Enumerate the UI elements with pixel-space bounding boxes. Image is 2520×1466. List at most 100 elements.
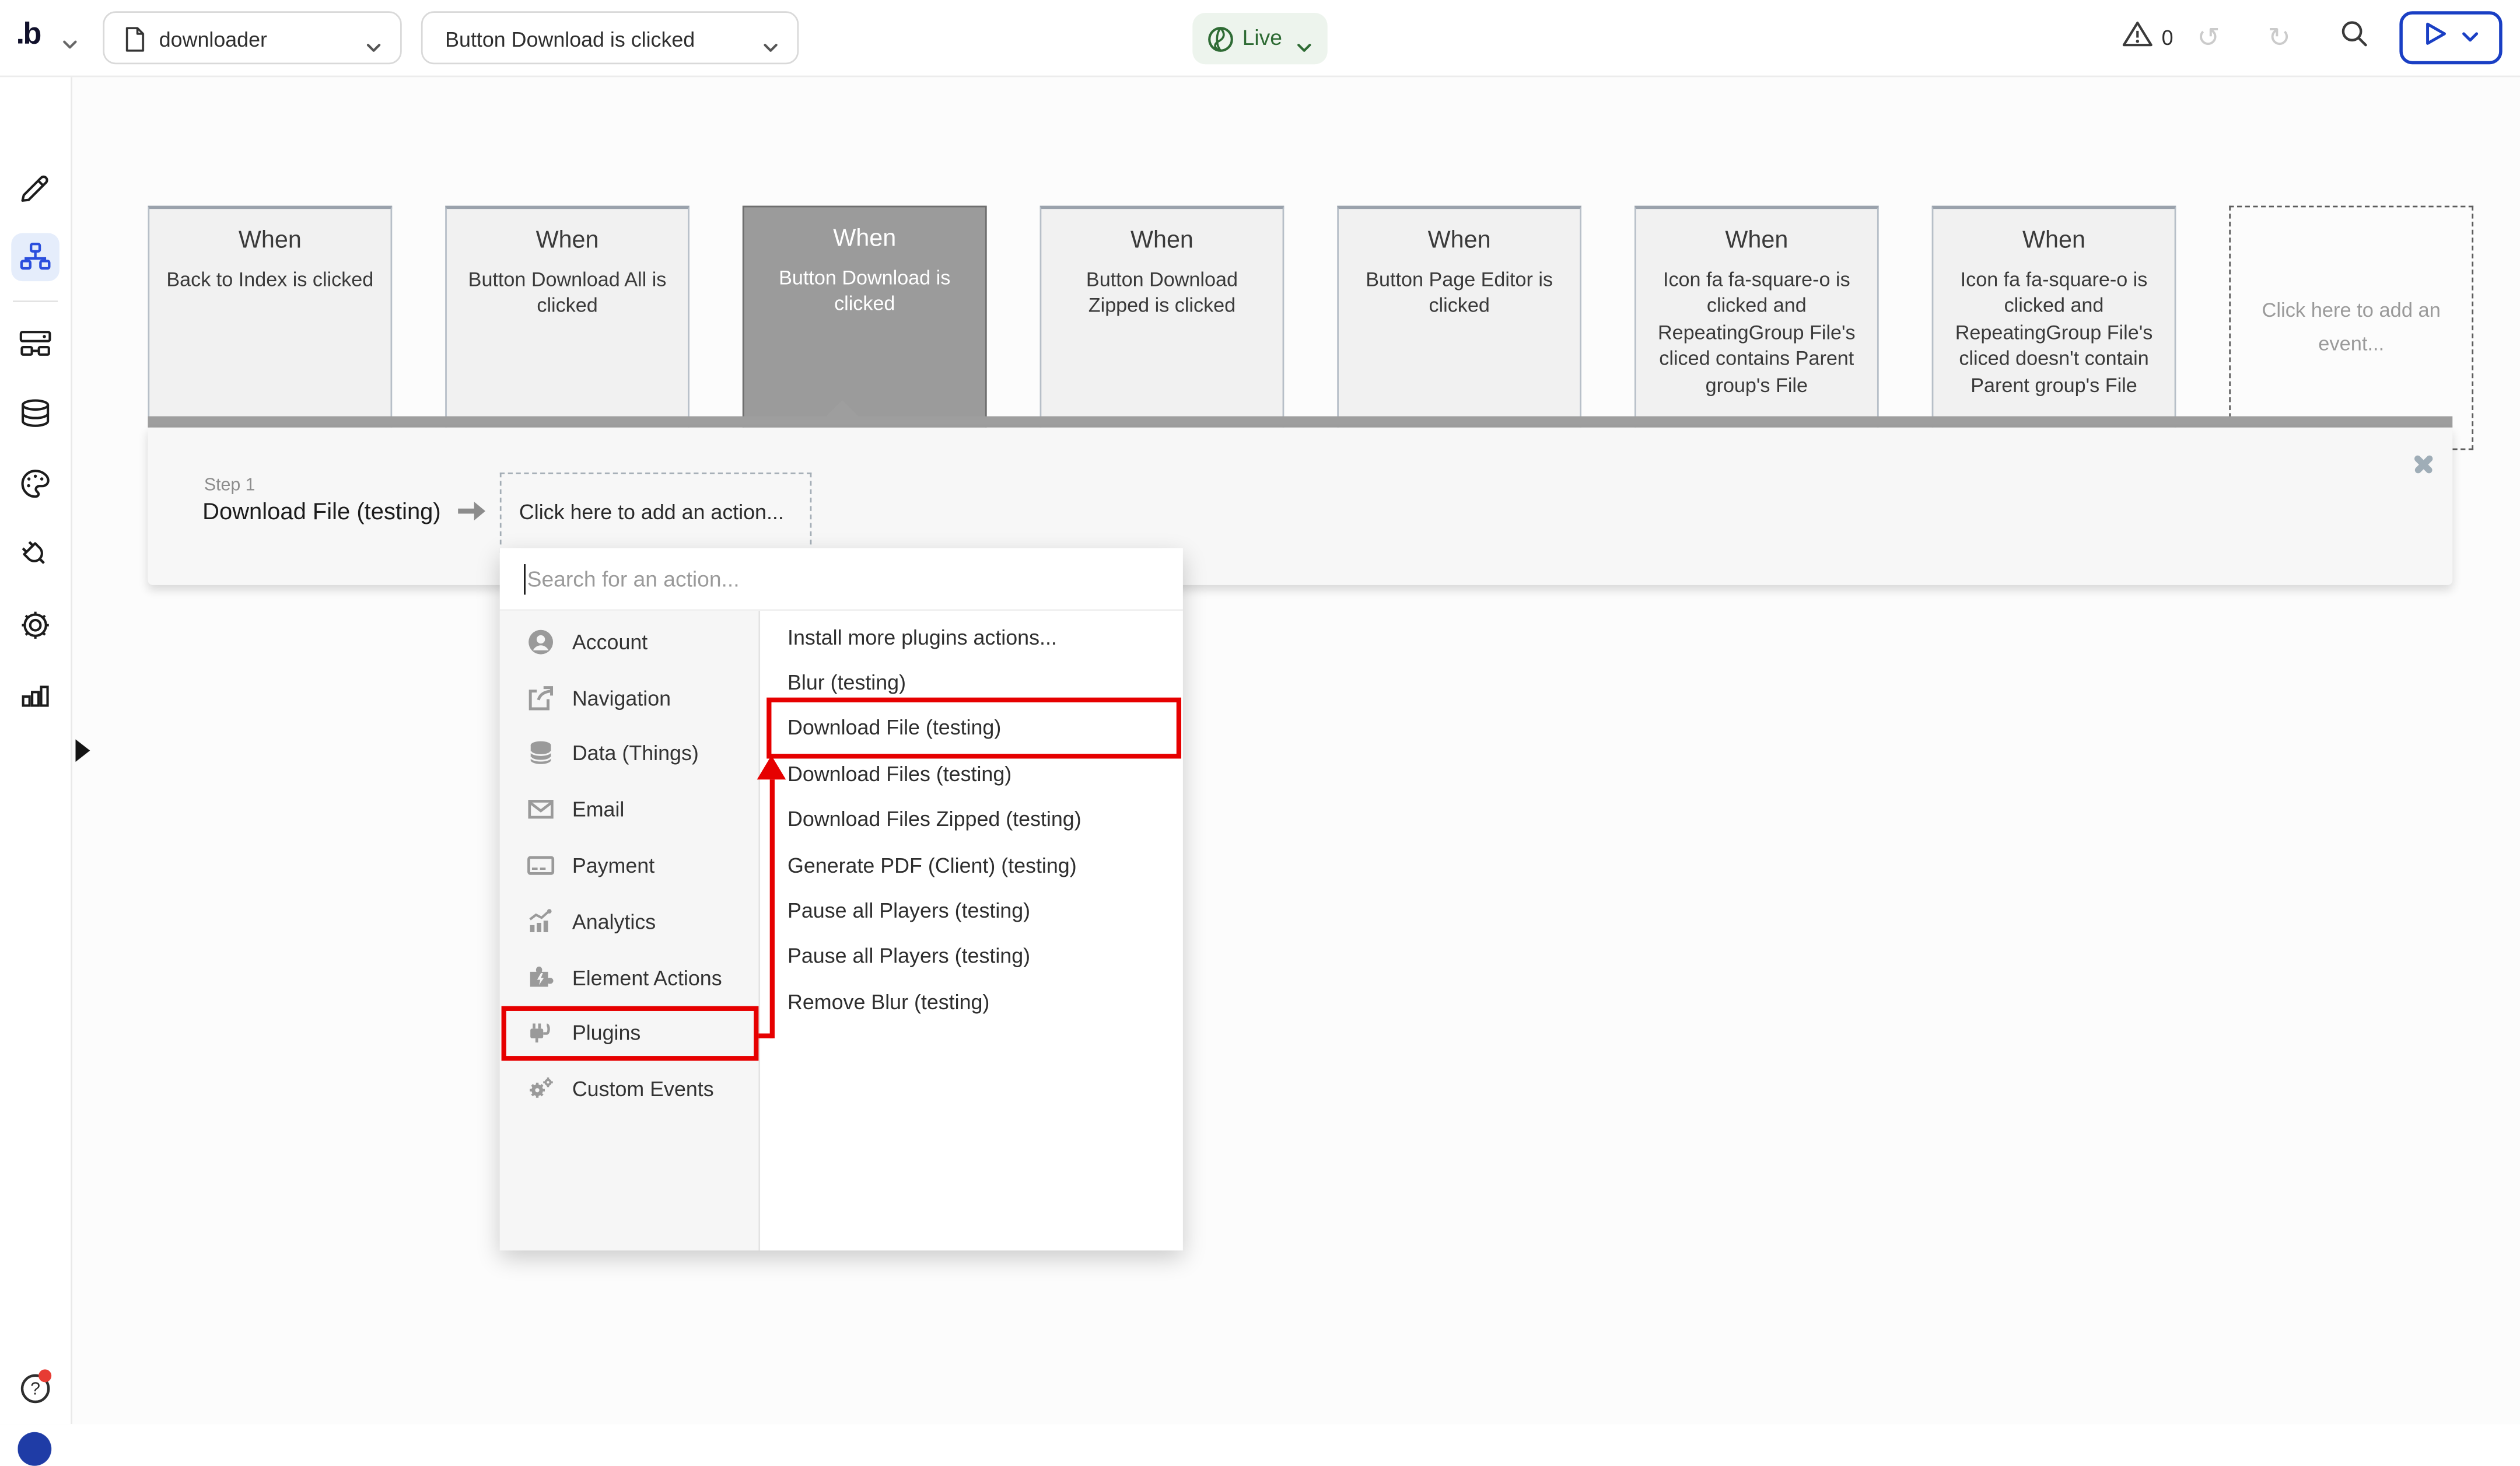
- sidebar-item-data[interactable]: [18, 397, 53, 433]
- annotation-rect-download-file: [766, 698, 1181, 759]
- sidebar-collapse-handle[interactable]: [75, 739, 90, 762]
- notification-dot: [38, 1369, 51, 1382]
- sidebar-item-workflow[interactable]: [18, 240, 53, 275]
- database-icon: [18, 411, 53, 439]
- event-card-body: Button Page Editor is clicked: [1339, 267, 1580, 319]
- action-pause-all-players[interactable]: Pause all Players (testing): [760, 888, 1183, 933]
- event-card[interactable]: When Button Download Zipped is clicked: [1040, 206, 1284, 450]
- category-account[interactable]: Account: [500, 614, 759, 670]
- issues-indicator[interactable]: 0: [2122, 0, 2174, 75]
- database-icon: [527, 740, 555, 768]
- search-button[interactable]: [2340, 0, 2369, 75]
- event-card-title: When: [1636, 226, 1877, 254]
- undo-button[interactable]: ↺: [2197, 0, 2220, 75]
- sidebar-item-design[interactable]: [18, 170, 53, 206]
- category-custom-events[interactable]: Custom Events: [500, 1061, 759, 1117]
- action-label: Download Files Zipped (testing): [788, 807, 1082, 831]
- action-label: Install more plugins actions...: [788, 625, 1057, 649]
- event-card-title: When: [1041, 226, 1282, 254]
- chevron-down-icon: [762, 34, 779, 63]
- action-remove-blur[interactable]: Remove Blur (testing): [760, 979, 1183, 1024]
- environment-label: Live: [1242, 26, 1282, 50]
- preview-button[interactable]: [2399, 11, 2502, 64]
- chevron-down-icon[interactable]: [61, 30, 79, 60]
- event-card-title: When: [1339, 226, 1580, 254]
- add-action-button[interactable]: Click here to add an action...: [500, 472, 811, 552]
- account-icon: [527, 628, 555, 656]
- server-icon: [18, 341, 53, 368]
- step-number: Step 1: [204, 475, 256, 494]
- action-search[interactable]: [500, 548, 1183, 610]
- top-toolbar: .b downloader Button Download is clicked…: [0, 0, 2520, 77]
- user-avatar[interactable]: [18, 1432, 51, 1466]
- sidebar-item-settings[interactable]: [18, 607, 53, 643]
- action-download-files-zipped[interactable]: Download Files Zipped (testing): [760, 796, 1183, 842]
- event-card-body: Button Download Zipped is clicked: [1041, 267, 1282, 319]
- page-selector[interactable]: downloader: [103, 11, 401, 64]
- event-card[interactable]: When Button Download All is clicked: [445, 206, 690, 450]
- event-card-body: Back to Index is clicked: [149, 267, 390, 293]
- sidebar-item-logs[interactable]: [18, 677, 53, 712]
- event-card-title: When: [149, 226, 390, 254]
- sidebar-item-styles[interactable]: [18, 466, 53, 502]
- category-label: Data (Things): [572, 741, 699, 765]
- category-payment[interactable]: Payment: [500, 838, 759, 894]
- step-panel: Step 1 Download File (testing) Click her…: [148, 417, 2452, 585]
- step-action-name[interactable]: Download File (testing): [202, 499, 441, 524]
- category-label: Navigation: [572, 686, 671, 710]
- pencil-icon: [18, 185, 53, 212]
- page-selector-value: downloader: [159, 27, 267, 51]
- action-label: Generate PDF (Client) (testing): [788, 853, 1077, 877]
- add-event-button[interactable]: Click here to add an event...: [2229, 206, 2473, 450]
- bar-chart-icon: [18, 691, 53, 719]
- event-card[interactable]: When Button Page Editor is clicked: [1337, 206, 1581, 450]
- event-card[interactable]: When Icon fa fa-square-o is clicked and …: [1932, 206, 2176, 450]
- play-icon: [2423, 21, 2446, 55]
- workflow-canvas: When Back to Index is clicked When Butto…: [72, 75, 2520, 1424]
- category-label: Account: [572, 630, 648, 654]
- workflow-icon: [18, 254, 53, 281]
- email-icon: [527, 796, 555, 824]
- action-install-more-plugins[interactable]: Install more plugins actions...: [760, 614, 1183, 659]
- category-label: Analytics: [572, 909, 656, 933]
- category-email[interactable]: Email: [500, 782, 759, 838]
- search-icon: [2340, 19, 2369, 56]
- action-menu: Account Navigation Data (Things) Email P…: [500, 548, 1183, 1250]
- custom-events-icon: [527, 1076, 555, 1103]
- action-generate-pdf[interactable]: Generate PDF (Client) (testing): [760, 842, 1183, 888]
- event-card[interactable]: When Icon fa fa-square-o is clicked and …: [1634, 206, 1879, 450]
- category-label: Email: [572, 797, 625, 821]
- add-action-label: Click here to add an action...: [502, 500, 784, 524]
- event-card[interactable]: When Back to Index is clicked: [148, 206, 392, 450]
- svg-text:?: ?: [30, 1379, 40, 1398]
- issues-count: 0: [2162, 26, 2174, 50]
- chevron-down-icon: [2460, 23, 2479, 53]
- sidebar-item-frontend[interactable]: [18, 326, 53, 362]
- redo-button[interactable]: ↻: [2267, 0, 2290, 75]
- workflow-selector[interactable]: Button Download is clicked: [421, 11, 799, 64]
- page-icon: [124, 26, 146, 61]
- category-data-things[interactable]: Data (Things): [500, 726, 759, 782]
- navigation-icon: [527, 684, 555, 712]
- sidebar-divider: [13, 300, 58, 302]
- category-element-actions[interactable]: Element Actions: [500, 950, 759, 1006]
- event-card-title: When: [447, 226, 688, 254]
- environment-selector[interactable]: Live: [1192, 13, 1327, 64]
- text-caret: [524, 564, 526, 594]
- category-analytics[interactable]: Analytics: [500, 894, 759, 950]
- close-icon[interactable]: [2411, 451, 2437, 477]
- category-navigation[interactable]: Navigation: [500, 670, 759, 726]
- category-label: Element Actions: [572, 965, 722, 989]
- warning-icon: [2122, 19, 2154, 56]
- add-event-label: Click here to add an event...: [2231, 293, 2472, 362]
- action-search-input[interactable]: [500, 548, 1183, 609]
- event-card-body: Button Download is clicked: [744, 265, 985, 318]
- panel-pointer: [826, 400, 858, 417]
- step-panel-body: Step 1 Download File (testing) Click her…: [148, 426, 2452, 584]
- bubble-logo[interactable]: .b: [16, 18, 40, 53]
- category-label: Payment: [572, 853, 654, 877]
- event-card-selected[interactable]: When Button Download is clicked: [743, 206, 987, 450]
- help-icon: ?: [18, 1385, 53, 1413]
- sidebar-item-plugins[interactable]: [18, 537, 53, 572]
- action-pause-all-players-2[interactable]: Pause all Players (testing): [760, 933, 1183, 979]
